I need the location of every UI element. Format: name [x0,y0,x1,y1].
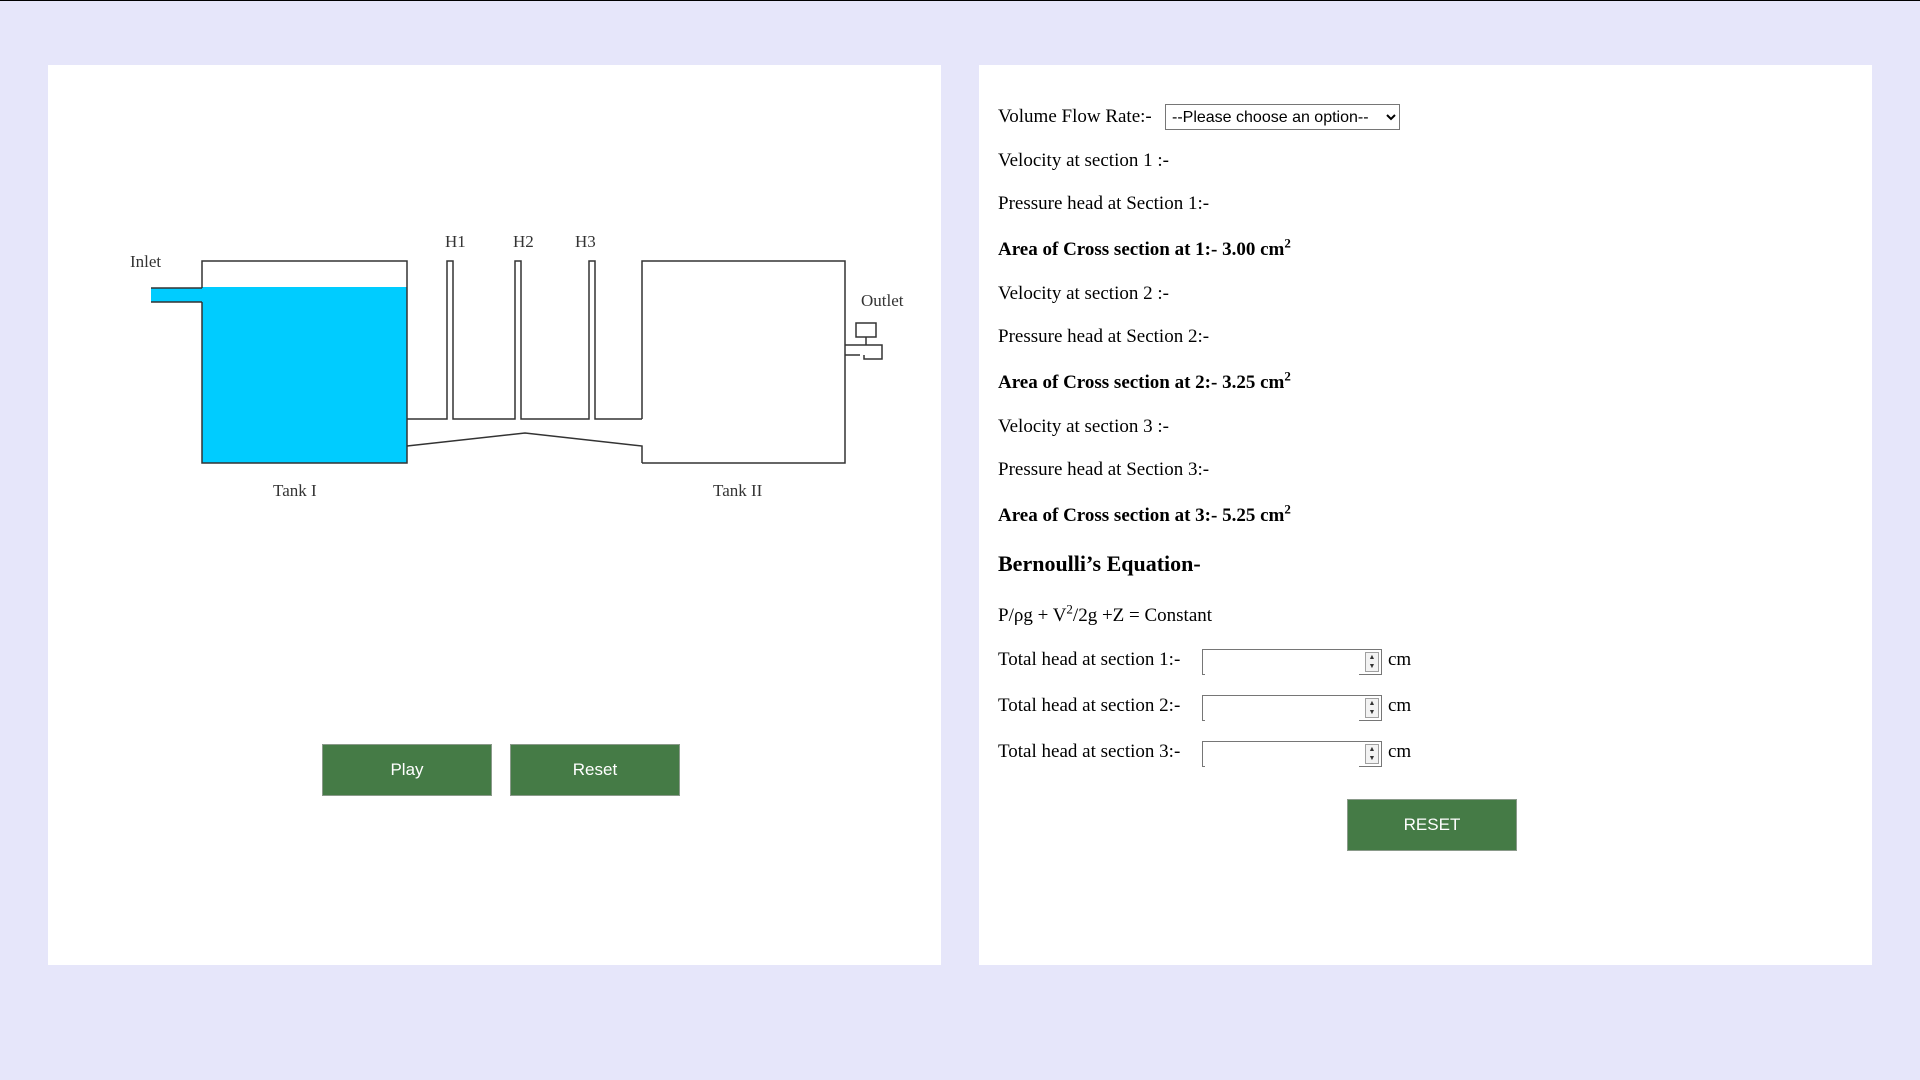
equation-part-2: /2g +Z = Constant [1072,605,1213,626]
total-head-1-label: Total head at section 1:- [998,649,1181,670]
total-head-3-label: Total head at section 3:- [998,741,1181,762]
calculation-panel: Volume Flow Rate:- --Please choose an op… [979,65,1872,965]
pressure-head-section-1: Pressure head at Section 1:- [998,193,1210,214]
spinner-icon[interactable]: ▲ ▼ [1365,652,1379,672]
top-border [0,0,1920,1]
area-section-3-exponent: 2 [1284,501,1291,517]
bernoulli-equation: P/ρg + V2/2g +Z = Constant [998,603,1213,627]
reset-calculations-button[interactable]: RESET [1347,799,1517,851]
velocity-section-2: Velocity at section 2 :- [998,283,1169,304]
area-section-3: Area of Cross section at 3:- 5.25 cm2 [998,501,1291,527]
total-head-3-input[interactable] [1205,743,1359,767]
bernoulli-apparatus-diagram: Inlet Outlet H1 H2 H3 Tank I Tank II [130,232,904,500]
play-button[interactable]: Play [322,744,492,796]
inlet-water [151,288,202,302]
h3-label: H3 [575,232,596,251]
reset-button[interactable]: Reset [510,744,680,796]
tank1-water [202,287,407,463]
outlet-tap-icon [845,322,883,360]
area-section-2: Area of Cross section at 2:- 3.25 cm2 [998,368,1291,394]
flow-rate-select[interactable]: --Please choose an option-- [1165,104,1400,130]
tank2-outline [641,260,846,464]
area-section-2-text: Area of Cross section at 2:- 3.25 cm [998,372,1285,393]
total-head-3-field[interactable]: ▲ ▼ [1202,741,1382,767]
inlet-label: Inlet [130,252,161,271]
spinner-icon[interactable]: ▲ ▼ [1365,698,1379,718]
total-head-2-label: Total head at section 2:- [998,695,1181,716]
velocity-section-3: Velocity at section 3 :- [998,416,1169,437]
total-head-1-field[interactable]: ▲ ▼ [1202,649,1382,675]
simulation-panel: Inlet Outlet H1 H2 H3 Tank I Tank II Pla… [48,65,941,965]
pressure-head-section-2: Pressure head at Section 2:- [998,326,1210,347]
total-head-1-unit: cm [1388,649,1412,670]
area-section-1: Area of Cross section at 1:- 3.00 cm2 [998,235,1291,261]
h2-label: H2 [513,232,534,251]
pressure-head-section-3: Pressure head at Section 3:- [998,459,1210,480]
spinner-icon[interactable]: ▲ ▼ [1365,744,1379,764]
h1-label: H1 [445,232,466,251]
total-head-2-field[interactable]: ▲ ▼ [1202,695,1382,721]
total-head-2-unit: cm [1388,695,1412,716]
area-section-3-text: Area of Cross section at 3:- 5.25 cm [998,505,1285,526]
total-head-1-input[interactable] [1205,651,1359,675]
outlet-label: Outlet [861,291,904,310]
channel-bottom [406,432,643,463]
area-section-2-exponent: 2 [1284,368,1291,384]
tank1-label: Tank I [273,481,317,500]
total-head-2-input[interactable] [1205,697,1359,721]
flow-rate-label: Volume Flow Rate:- [998,106,1152,127]
tank2-label: Tank II [713,481,763,500]
velocity-section-1: Velocity at section 1 :- [998,150,1169,171]
bernoulli-heading: Bernoulli’s Equation- [998,551,1201,576]
area-section-1-text: Area of Cross section at 1:- 3.00 cm [998,239,1285,260]
area-section-1-exponent: 2 [1284,235,1291,251]
channel-top-with-tubes [407,260,642,420]
equation-part-1: P/ρg + V [998,605,1067,626]
total-head-3-unit: cm [1388,741,1412,762]
